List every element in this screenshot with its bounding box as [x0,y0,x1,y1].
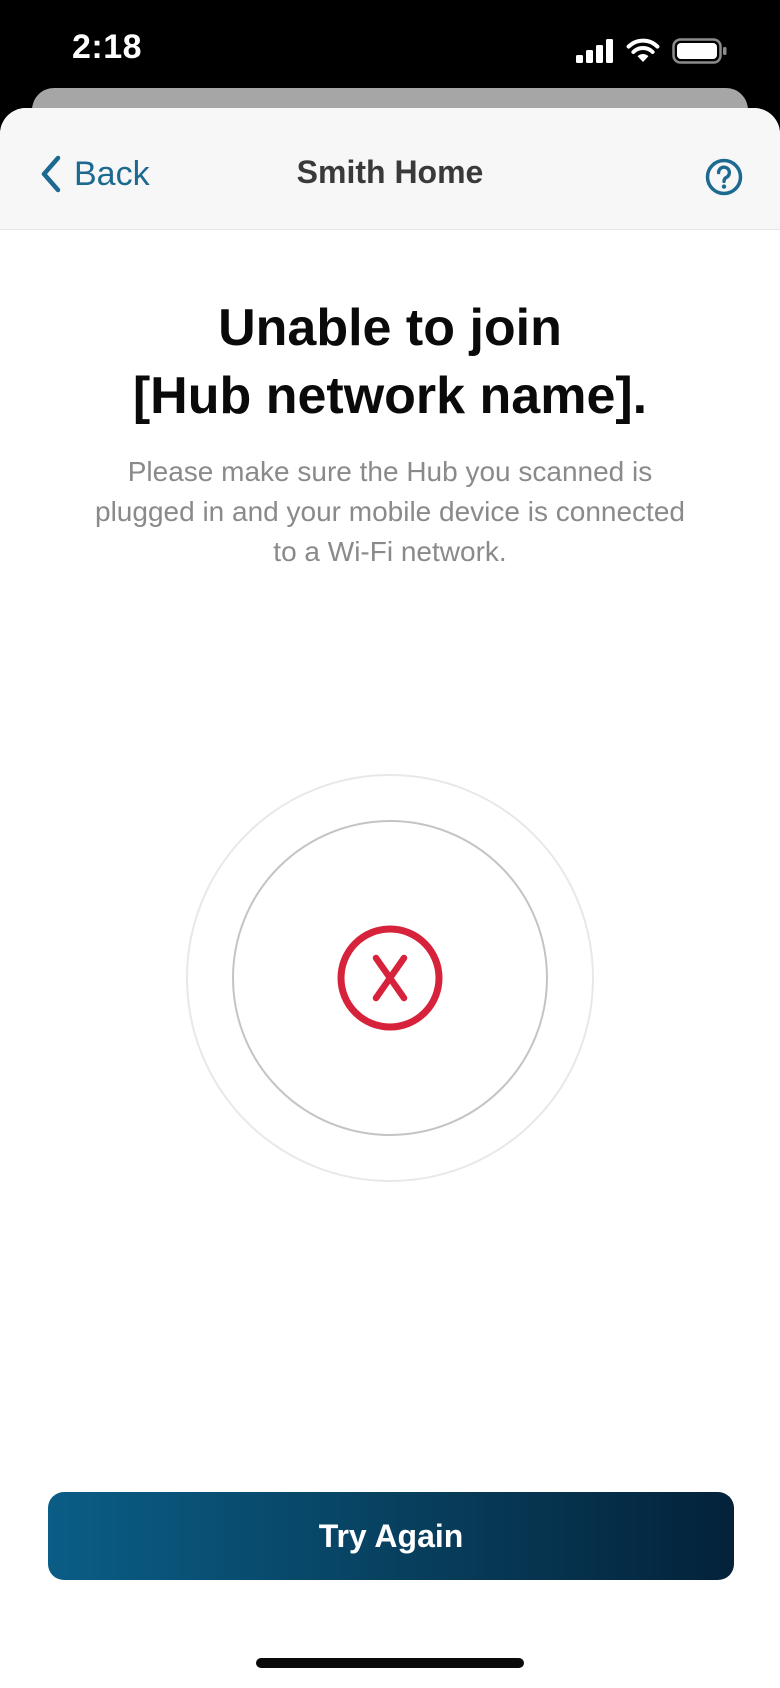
modal-sheet: Back Smith Home Unable to join [Hub netw… [0,108,780,1688]
question-circle-icon [705,158,743,196]
cellular-signal-icon [576,39,613,63]
wifi-icon [626,38,660,62]
status-icons [576,36,728,66]
status-time: 2:18 [72,28,143,66]
status-bar: 2:18 [0,0,780,100]
page-title: Smith Home [296,154,484,190]
home-indicator [256,1658,524,1668]
error-message: Please make sure the Hub you scanned is … [95,456,685,567]
help-button[interactable] [704,157,744,197]
headline: Unable to join [Hub network name]. [40,294,740,430]
headline-line-1: Unable to join [218,299,562,357]
status-graphic [186,774,594,1182]
error-x-circle-icon [337,925,443,1031]
try-again-button[interactable]: Try Again [48,1492,734,1580]
battery-icon [672,38,727,64]
nav-bar: Back Smith Home [0,108,780,230]
headline-line-2: [Hub network name]. [132,367,648,425]
screen: 2:18 Back Smith Home Unable to join [Hub… [0,0,780,1688]
